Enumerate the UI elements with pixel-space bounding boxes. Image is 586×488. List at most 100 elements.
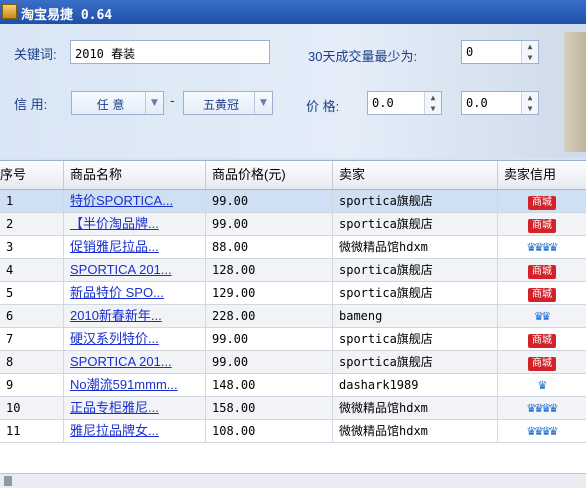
cell-no: 2 — [0, 213, 64, 235]
cell-credit: 商城 — [498, 328, 586, 350]
table-row[interactable]: 5 新品特价 SPO... 129.00 sportica旗舰店 商城 — [0, 282, 586, 305]
product-link[interactable]: SPORTICA 201... — [64, 259, 206, 281]
column-header-name[interactable]: 商品名称 — [64, 161, 206, 189]
table-row[interactable]: 1 特价SPORTICA... 99.00 sportica旗舰店 商城 — [0, 190, 586, 213]
cell-no: 6 — [0, 305, 64, 327]
cell-seller: sportica旗舰店 — [333, 328, 498, 350]
cell-credit: ♛♛♛♛ — [498, 397, 586, 419]
cell-price: 128.00 — [206, 259, 333, 281]
table-row[interactable]: 4 SPORTICA 201... 128.00 sportica旗舰店 商城 — [0, 259, 586, 282]
cell-credit: ♛ — [498, 374, 586, 396]
cell-no: 5 — [0, 282, 64, 304]
cell-price: 129.00 — [206, 282, 333, 304]
crown-rating-icon: ♛♛ — [534, 308, 551, 324]
cell-credit: 商城 — [498, 351, 586, 373]
product-link[interactable]: 新品特价 SPO... — [64, 282, 206, 304]
column-header-price[interactable]: 商品价格(元) — [206, 161, 333, 189]
results-table: 序号 商品名称 商品价格(元) 卖家 卖家信用 1 特价SPORTICA... 99… — [0, 160, 586, 474]
min-volume-label: 30天成交量最少为: — [308, 49, 418, 64]
product-link[interactable]: No潮流591mmm... — [64, 374, 206, 396]
table-row[interactable]: 11 雅尼拉品牌女... 108.00 微微精品馆hdxm ♛♛♛♛ — [0, 420, 586, 443]
credit-to-value: 五黄冠 — [202, 98, 239, 112]
product-link[interactable]: 特价SPORTICA... — [64, 190, 206, 212]
column-header-credit[interactable]: 卖家信用 — [498, 161, 586, 189]
cell-seller: sportica旗舰店 — [333, 282, 498, 304]
cell-no: 3 — [0, 236, 64, 258]
crown-rating-icon: ♛♛♛♛ — [527, 239, 558, 255]
app-icon — [2, 4, 17, 19]
credit-to-select[interactable]: 五黄冠 ▼ — [183, 91, 273, 115]
cell-no: 8 — [0, 351, 64, 373]
cell-seller: sportica旗舰店 — [333, 213, 498, 235]
credit-label: 信 用: — [14, 97, 48, 112]
product-link[interactable]: 2010新春新年... — [64, 305, 206, 327]
product-link[interactable]: 硬汉系列特价... — [64, 328, 206, 350]
cell-price: 108.00 — [206, 420, 333, 442]
table-header: 序号 商品名称 商品价格(元) 卖家 卖家信用 — [0, 161, 586, 190]
product-link[interactable]: 促销雅尼拉品... — [64, 236, 206, 258]
cell-no: 10 — [0, 397, 64, 419]
min-volume-input[interactable]: 0 ▲ ▼ — [461, 40, 539, 64]
price-max-value: 0.0 — [466, 96, 488, 110]
spin-icon[interactable]: ▲ ▼ — [521, 92, 538, 114]
cell-seller: sportica旗舰店 — [333, 351, 498, 373]
cell-no: 11 — [0, 420, 64, 442]
cell-price: 158.00 — [206, 397, 333, 419]
crown-rating-icon: ♛ — [538, 377, 547, 393]
table-row[interactable]: 2 【半价淘品牌... 99.00 sportica旗舰店 商城 — [0, 213, 586, 236]
cell-seller: sportica旗舰店 — [333, 259, 498, 281]
price-label: 价 格: — [306, 99, 340, 114]
column-header-no[interactable]: 序号 — [0, 161, 64, 189]
cell-no: 9 — [0, 374, 64, 396]
product-link[interactable]: 【半价淘品牌... — [64, 213, 206, 235]
cell-price: 148.00 — [206, 374, 333, 396]
cell-credit: 商城 — [498, 213, 586, 235]
spin-icon[interactable]: ▲ ▼ — [521, 41, 538, 63]
table-row[interactable]: 3 促销雅尼拉品... 88.00 微微精品馆hdxm ♛♛♛♛ — [0, 236, 586, 259]
search-panel: 关键词: 2010 春装 30天成交量最少为: 0 ▲ ▼ 信 用: 任 意 ▼ … — [0, 24, 586, 158]
cell-credit: 商城 — [498, 282, 586, 304]
cell-credit: ♛♛ — [498, 305, 586, 327]
cell-no: 7 — [0, 328, 64, 350]
price-min-input[interactable]: 0.0 ▲ ▼ — [367, 91, 442, 115]
credit-from-select[interactable]: 任 意 ▼ — [71, 91, 164, 115]
product-link[interactable]: SPORTICA 201... — [64, 351, 206, 373]
decorative-image — [564, 32, 586, 152]
credit-from-value: 任 意 — [96, 98, 125, 112]
column-header-seller[interactable]: 卖家 — [333, 161, 498, 189]
mall-badge: 商城 — [528, 265, 556, 279]
cell-credit: ♛♛♛♛ — [498, 420, 586, 442]
crown-rating-icon: ♛♛♛♛ — [527, 400, 558, 416]
title-bar: 淘宝易捷 0.64 — [0, 0, 586, 24]
chevron-down-icon[interactable]: ▼ — [254, 92, 272, 114]
cell-price: 99.00 — [206, 213, 333, 235]
credit-range-dash: - — [170, 94, 175, 109]
table-row[interactable]: 6 2010新春新年... 228.00 bameng ♛♛ — [0, 305, 586, 328]
scroll-arrow-icon[interactable] — [4, 476, 12, 486]
table-row[interactable]: 7 硬汉系列特价... 99.00 sportica旗舰店 商城 — [0, 328, 586, 351]
cell-seller: bameng — [333, 305, 498, 327]
table-row[interactable]: 10 正品专柜雅尼... 158.00 微微精品馆hdxm ♛♛♛♛ — [0, 397, 586, 420]
cell-seller: dashark1989 — [333, 374, 498, 396]
table-row[interactable]: 8 SPORTICA 201... 99.00 sportica旗舰店 商城 — [0, 351, 586, 374]
keyword-input[interactable]: 2010 春装 — [70, 40, 270, 64]
keyword-label: 关键词: — [14, 47, 57, 62]
cell-credit: ♛♛♛♛ — [498, 236, 586, 258]
spin-icon[interactable]: ▲ ▼ — [424, 92, 441, 114]
cell-price: 228.00 — [206, 305, 333, 327]
cell-credit: 商城 — [498, 190, 586, 212]
product-link[interactable]: 雅尼拉品牌女... — [64, 420, 206, 442]
cell-seller: 微微精品馆hdxm — [333, 236, 498, 258]
chevron-down-icon[interactable]: ▼ — [145, 92, 163, 114]
product-link[interactable]: 正品专柜雅尼... — [64, 397, 206, 419]
crown-rating-icon: ♛♛♛♛ — [527, 423, 558, 439]
cell-seller: sportica旗舰店 — [333, 190, 498, 212]
cell-price: 88.00 — [206, 236, 333, 258]
mall-badge: 商城 — [528, 288, 556, 302]
mall-badge: 商城 — [528, 196, 556, 210]
price-min-value: 0.0 — [372, 96, 394, 110]
price-max-input[interactable]: 0.0 ▲ ▼ — [461, 91, 539, 115]
table-row[interactable]: 9 No潮流591mmm... 148.00 dashark1989 ♛ — [0, 374, 586, 397]
horizontal-scrollbar[interactable] — [0, 473, 586, 488]
cell-price: 99.00 — [206, 328, 333, 350]
